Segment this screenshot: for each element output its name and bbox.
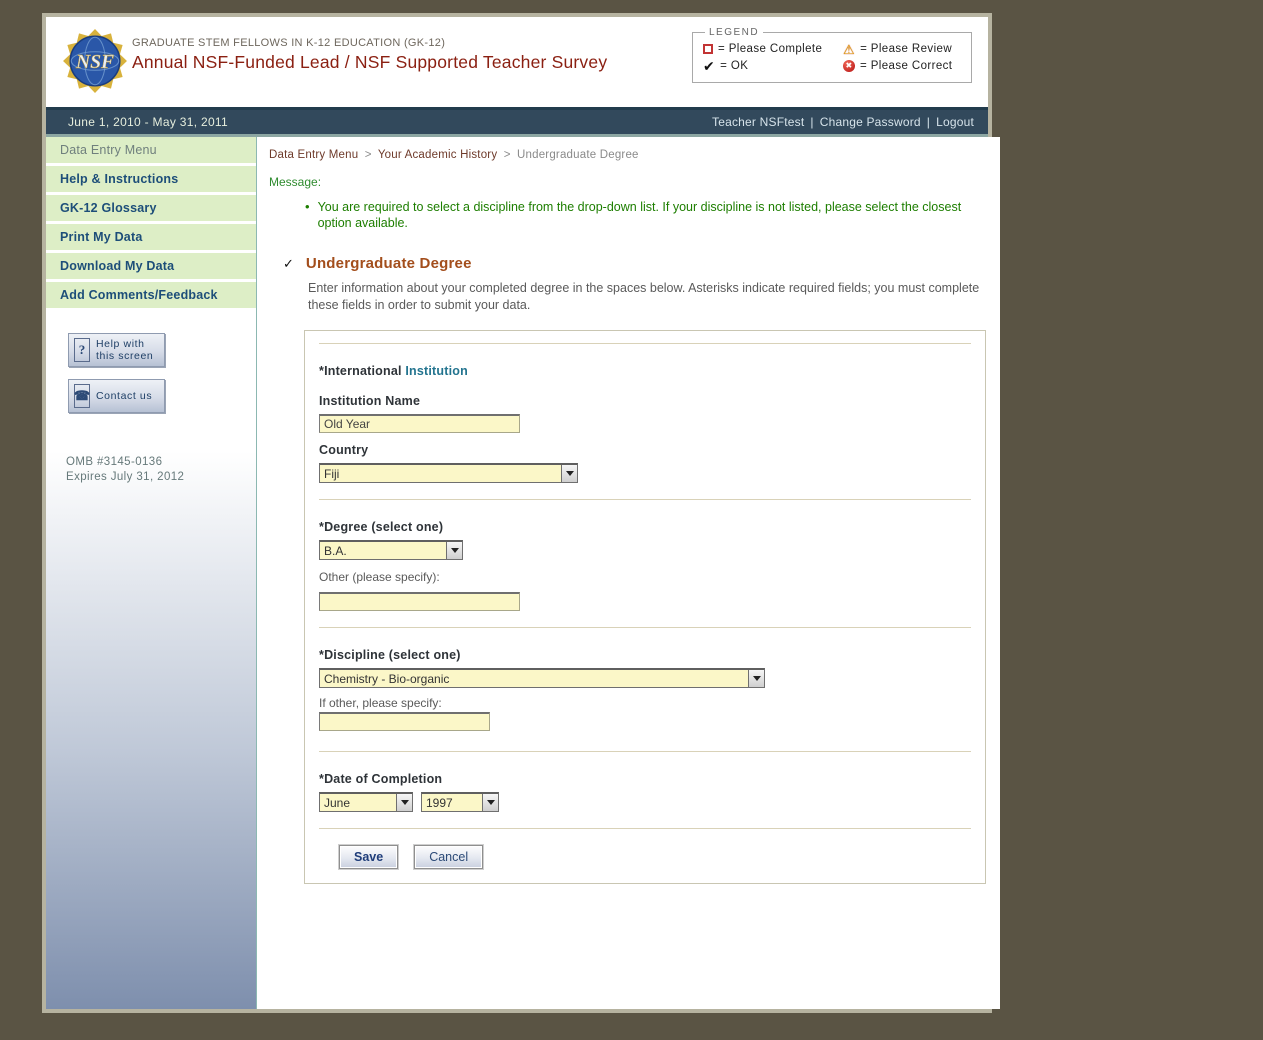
page-title: Annual NSF-Funded Lead / NSF Supported T… <box>132 52 608 72</box>
please-complete-icon <box>703 44 713 54</box>
bullet-icon: • <box>305 199 310 214</box>
discipline-select[interactable]: Chemistry - Bio-organic <box>319 668 765 688</box>
content-area: Data Entry Menu > Your Academic History … <box>257 137 1000 1009</box>
dropdown-arrow-icon[interactable] <box>396 794 412 811</box>
nav-separator: | <box>810 115 814 129</box>
country-label: Country <box>319 443 369 457</box>
divider <box>319 828 971 829</box>
degree-label: *Degree (select one) <box>319 520 444 534</box>
sidebar-item-print-my-data[interactable]: Print My Data <box>46 224 256 253</box>
legend-box: LEGEND = Please Complete ⚠ = Please Revi… <box>692 27 972 83</box>
section-intro: Enter information about your completed d… <box>308 281 980 312</box>
message-item: • You are required to select a disciplin… <box>305 199 962 230</box>
sidebar-item-download-my-data[interactable]: Download My Data <box>46 253 256 282</box>
international-institution-label: *International Institution <box>319 364 468 378</box>
degree-other-label: Other (please specify): <box>319 570 440 584</box>
breadcrumb-data-entry-menu[interactable]: Data Entry Menu <box>269 149 358 161</box>
contact-us-button[interactable]: ☎ Contact us <box>68 379 165 413</box>
discipline-label: *Discipline (select one) <box>319 648 461 662</box>
program-name: GRADUATE STEM FELLOWS IN K-12 EDUCATION … <box>132 37 446 49</box>
survey-period: June 1, 2010 - May 31, 2011 <box>68 115 228 129</box>
legend-title: LEGEND <box>709 27 760 38</box>
completion-month-select[interactable]: June <box>319 792 413 812</box>
sidebar-item-add-comments-feedback[interactable]: Add Comments/Feedback <box>46 282 256 311</box>
logout-link[interactable]: Logout <box>936 115 974 129</box>
legend-please-correct: ✖ = Please Correct <box>843 60 963 72</box>
dropdown-arrow-icon[interactable] <box>446 542 462 559</box>
status-check-icon: ✓ <box>283 256 294 271</box>
message-label: Message: <box>269 175 322 189</box>
discipline-other-label: If other, please specify: <box>319 696 442 710</box>
degree-form: *International Institution Institution N… <box>304 330 986 884</box>
sidebar-item-help-instructions[interactable]: Help & Instructions <box>46 166 256 195</box>
country-select[interactable]: Fiji <box>319 463 578 483</box>
institution-name-input[interactable] <box>319 414 520 433</box>
breadcrumb: Data Entry Menu > Your Academic History … <box>269 149 639 161</box>
institution-link[interactable]: Institution <box>405 364 468 378</box>
section-title: Undergraduate Degree <box>305 255 472 272</box>
legend-please-review: ⚠ = Please Review <box>843 41 953 57</box>
please-correct-icon: ✖ <box>843 60 855 72</box>
institution-name-label: Institution Name <box>319 394 421 408</box>
telephone-icon: ☎ <box>74 384 90 408</box>
help-with-this-screen-button[interactable]: ? Help with this screen <box>68 333 165 367</box>
breadcrumb-your-academic-history[interactable]: Your Academic History <box>378 149 497 161</box>
divider <box>319 343 971 344</box>
completion-year-select[interactable]: 1997 <box>421 792 499 812</box>
question-mark-icon: ? <box>74 338 90 362</box>
survey-window: NSF GRADUATE STEM FELLOWS IN K-12 EDUCAT… <box>42 13 1000 1013</box>
sidebar: Data Entry Menu Help & Instructions GK-1… <box>46 137 257 1009</box>
omb-notice: OMB #3145-0136 Expires July 31, 2012 <box>66 456 185 483</box>
svg-text:NSF: NSF <box>75 52 114 73</box>
sidebar-item-data-entry-menu[interactable]: Data Entry Menu <box>46 137 256 166</box>
divider <box>319 751 971 752</box>
dropdown-arrow-icon[interactable] <box>748 670 764 687</box>
page-header: NSF GRADUATE STEM FELLOWS IN K-12 EDUCAT… <box>46 17 988 107</box>
date-of-completion-label: *Date of Completion <box>319 772 443 786</box>
legend-please-complete: = Please Complete <box>703 43 843 55</box>
discipline-other-input[interactable] <box>319 712 490 731</box>
logged-in-user: Teacher NSFtest <box>712 115 805 129</box>
nav-separator: | <box>926 115 931 129</box>
top-navbar: June 1, 2010 - May 31, 2011 Teacher NSFt… <box>46 107 988 137</box>
legend-ok: ✔ = OK <box>703 58 749 74</box>
dropdown-arrow-icon[interactable] <box>561 465 577 482</box>
cancel-button[interactable]: Cancel <box>414 845 484 869</box>
sidebar-item-glossary[interactable]: GK-12 Glossary <box>46 195 256 224</box>
contact-us-label: Contact us <box>96 390 153 402</box>
divider <box>319 499 971 500</box>
degree-other-input[interactable] <box>319 592 520 611</box>
dropdown-arrow-icon[interactable] <box>482 794 498 811</box>
change-password-link[interactable]: Change Password <box>820 115 921 129</box>
save-button[interactable]: Save <box>339 845 399 869</box>
please-review-icon: ⚠ <box>843 41 856 57</box>
degree-select[interactable]: B.A. <box>319 540 463 560</box>
breadcrumb-current-page: Undergraduate Degree <box>517 149 639 161</box>
ok-icon: ✔ <box>703 58 716 74</box>
divider <box>319 627 971 628</box>
nsf-logo-icon: NSF <box>62 28 128 94</box>
